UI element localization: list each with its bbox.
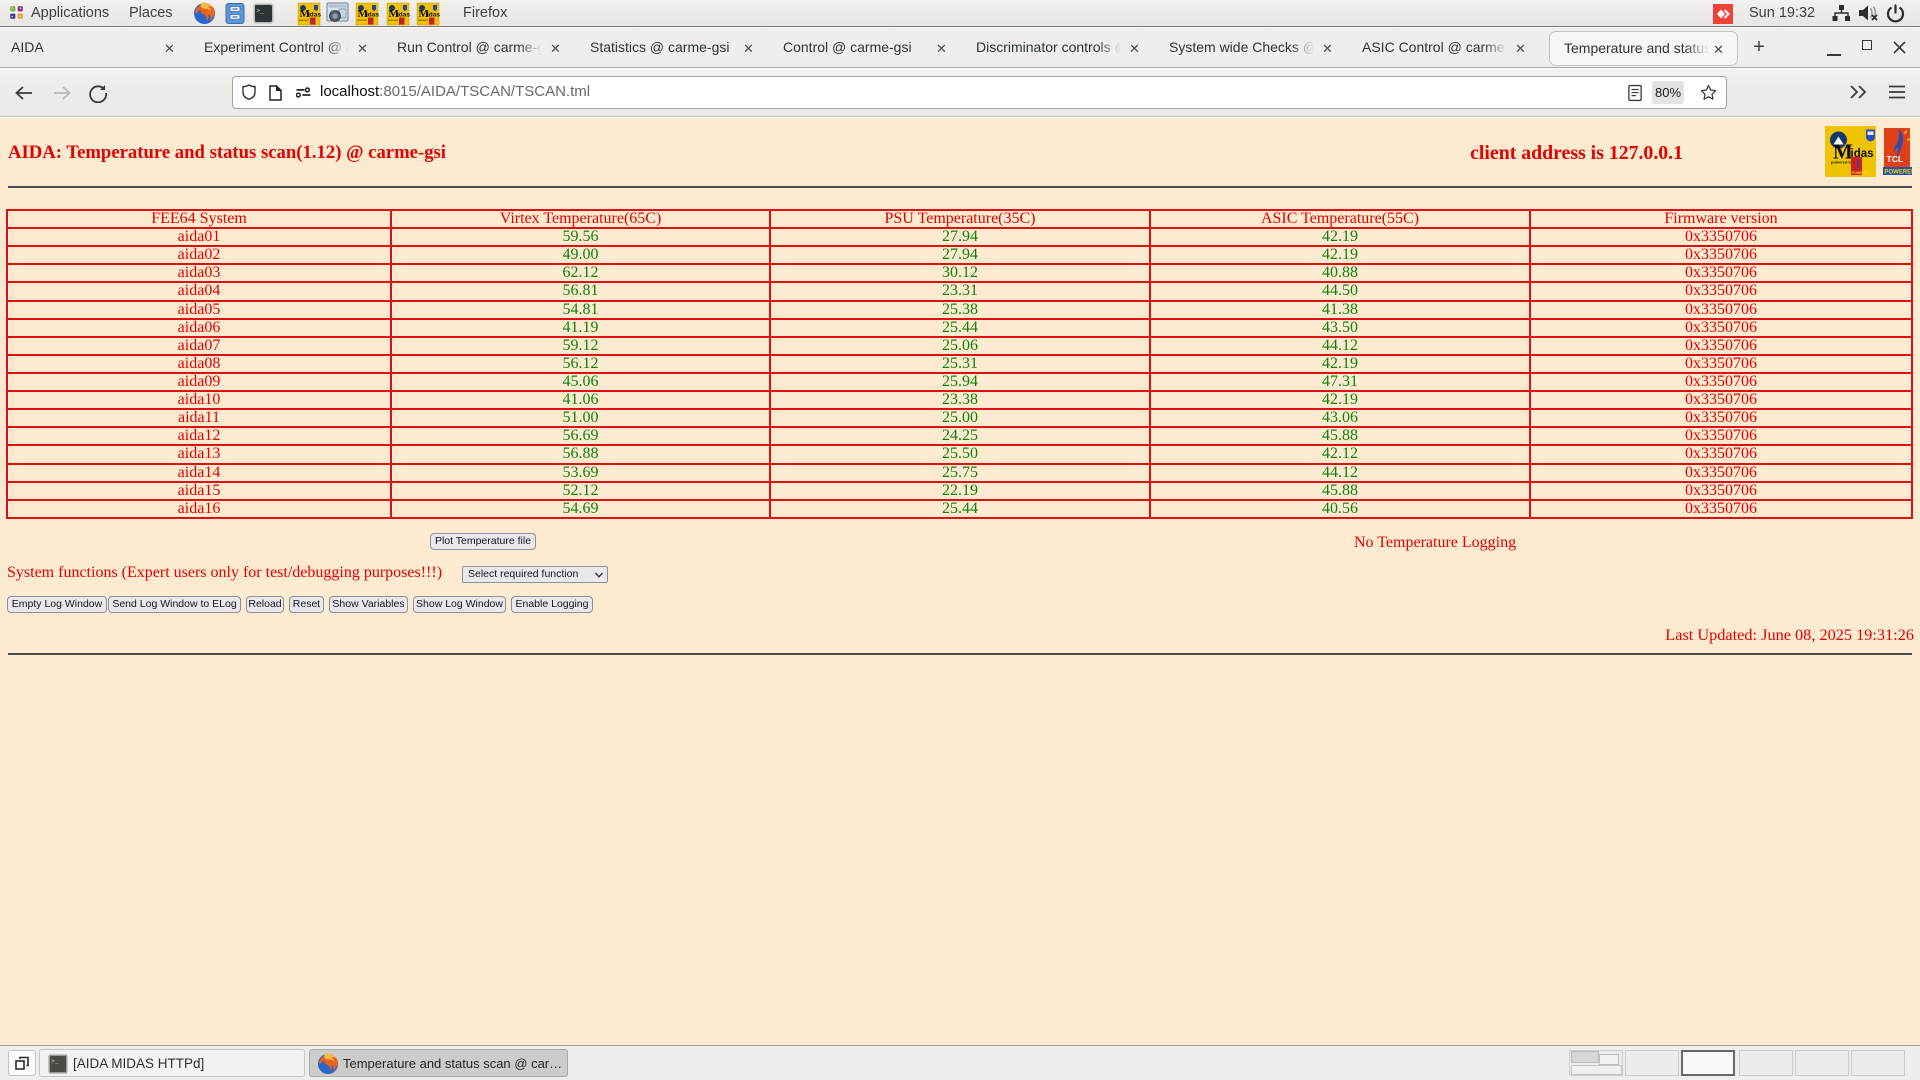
svg-text:>_: >_ — [51, 1058, 59, 1065]
svg-text:TCL: TCL — [1887, 154, 1904, 164]
svg-text:POWERED: POWERED — [1885, 169, 1913, 175]
svg-text:POWERED: POWERED — [1852, 171, 1871, 175]
svg-text:>_: >_ — [256, 8, 264, 15]
svg-text:powered by: powered by — [1831, 160, 1854, 165]
